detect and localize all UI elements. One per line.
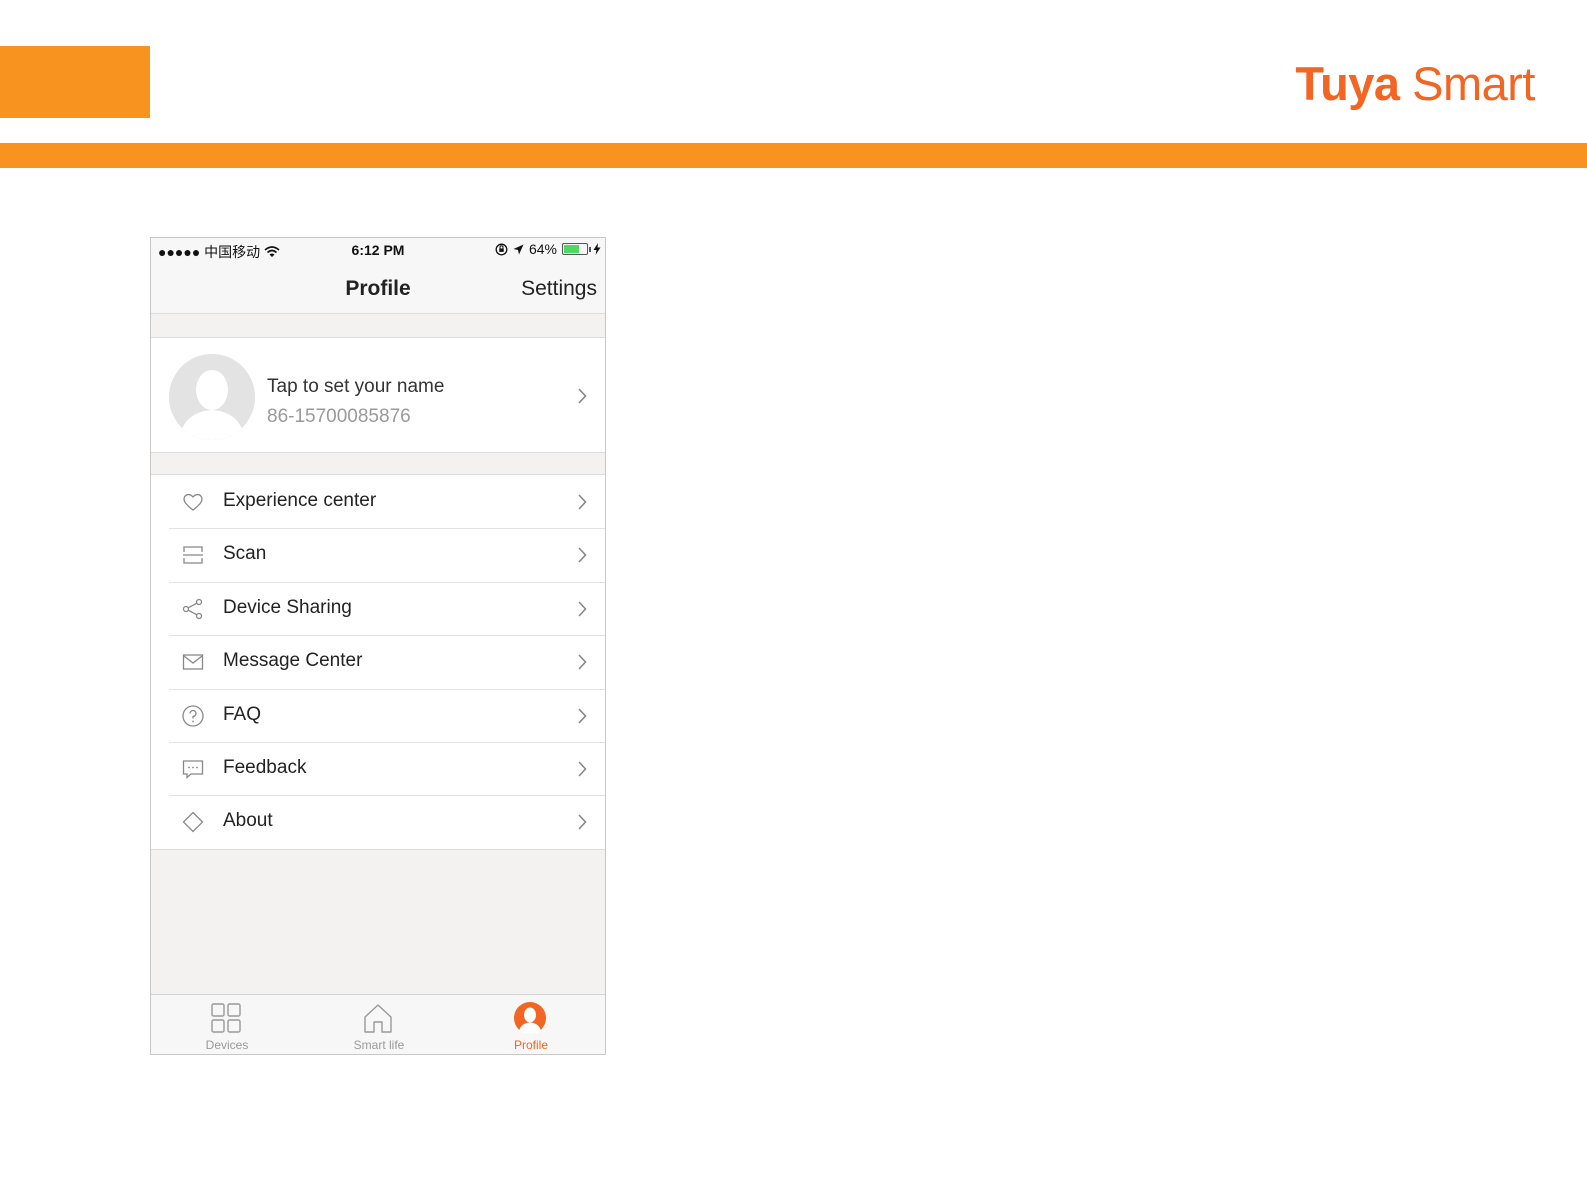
menu-item-device-sharing[interactable]: Device Sharing — [151, 581, 605, 635]
menu-item-scan[interactable]: Scan — [151, 528, 605, 581]
location-arrow-icon — [513, 244, 524, 254]
tab-label: Smart life — [353, 1038, 405, 1052]
question-icon — [182, 704, 204, 727]
heart-icon — [183, 493, 203, 511]
menu-item-label: Feedback — [223, 756, 307, 778]
profile-card[interactable]: Tap to set your name 86-15700085876 — [151, 337, 605, 453]
status-right: 64% — [495, 241, 601, 257]
charging-bolt-icon — [593, 243, 601, 255]
avatar[interactable] — [169, 354, 255, 440]
menu-item-label: About — [223, 810, 273, 832]
share-icon — [182, 598, 203, 619]
chevron-right-icon — [578, 654, 587, 670]
battery-percent: 64% — [528, 241, 557, 257]
brand-primary: Tuya — [1295, 57, 1400, 110]
menu-item-feedback[interactable]: Feedback — [151, 741, 605, 795]
tab-label: Profile — [513, 1038, 548, 1052]
chevron-right-icon — [578, 388, 587, 404]
default-avatar-icon — [169, 354, 255, 440]
menu-item-label: Device Sharing — [223, 596, 352, 618]
phone-screen: ●●●●● 中国移动 6:12 PM 64% Profile Settings … — [150, 237, 606, 1055]
menu-list: Experience center Scan Device Sharing Me… — [151, 474, 605, 850]
chevron-right-icon — [578, 601, 587, 617]
menu-item-about[interactable]: About — [151, 795, 605, 848]
chevron-right-icon — [578, 494, 587, 510]
brand-secondary: Smart — [1399, 57, 1535, 110]
menu-item-faq[interactable]: FAQ — [151, 688, 605, 742]
menu-item-label: FAQ — [223, 703, 262, 725]
person-icon — [514, 1002, 546, 1034]
chevron-right-icon — [578, 761, 587, 777]
chevron-right-icon — [578, 708, 587, 724]
tab-label: Devices — [205, 1038, 249, 1052]
rotation-lock-icon — [495, 243, 508, 255]
status-bar: ●●●●● 中国移动 6:12 PM 64% — [151, 238, 605, 262]
nav-bar: Profile Settings — [151, 262, 605, 314]
home-icon — [364, 1004, 392, 1033]
menu-item-label: Experience center — [223, 490, 377, 511]
envelope-icon — [182, 654, 204, 670]
tab-smart-life[interactable]: Smart life — [303, 995, 455, 1054]
diamond-icon — [182, 811, 204, 833]
menu-item-label: Scan — [223, 543, 267, 565]
slide-accent-block — [0, 46, 150, 118]
profile-phone: 86-15700085876 — [267, 406, 411, 427]
scan-icon — [183, 546, 203, 565]
menu-item-experience-center[interactable]: Experience center — [151, 475, 605, 528]
grid-icon — [211, 1003, 241, 1033]
brand-logo: Tuya Smart — [1295, 56, 1535, 111]
slide-accent-band — [0, 143, 1587, 168]
profile-name: Tap to set your name — [267, 376, 445, 397]
menu-item-message-center[interactable]: Message Center — [151, 635, 605, 688]
battery-icon — [562, 243, 591, 255]
settings-button[interactable]: Settings — [521, 277, 597, 301]
chevron-right-icon — [578, 814, 587, 830]
tab-devices[interactable]: Devices — [151, 995, 303, 1054]
chat-icon — [182, 760, 204, 779]
tab-profile[interactable]: Profile — [455, 995, 605, 1054]
menu-item-label: Message Center — [223, 650, 363, 672]
chevron-right-icon — [578, 547, 587, 563]
tab-bar: Devices Smart life Profile — [151, 994, 605, 1054]
